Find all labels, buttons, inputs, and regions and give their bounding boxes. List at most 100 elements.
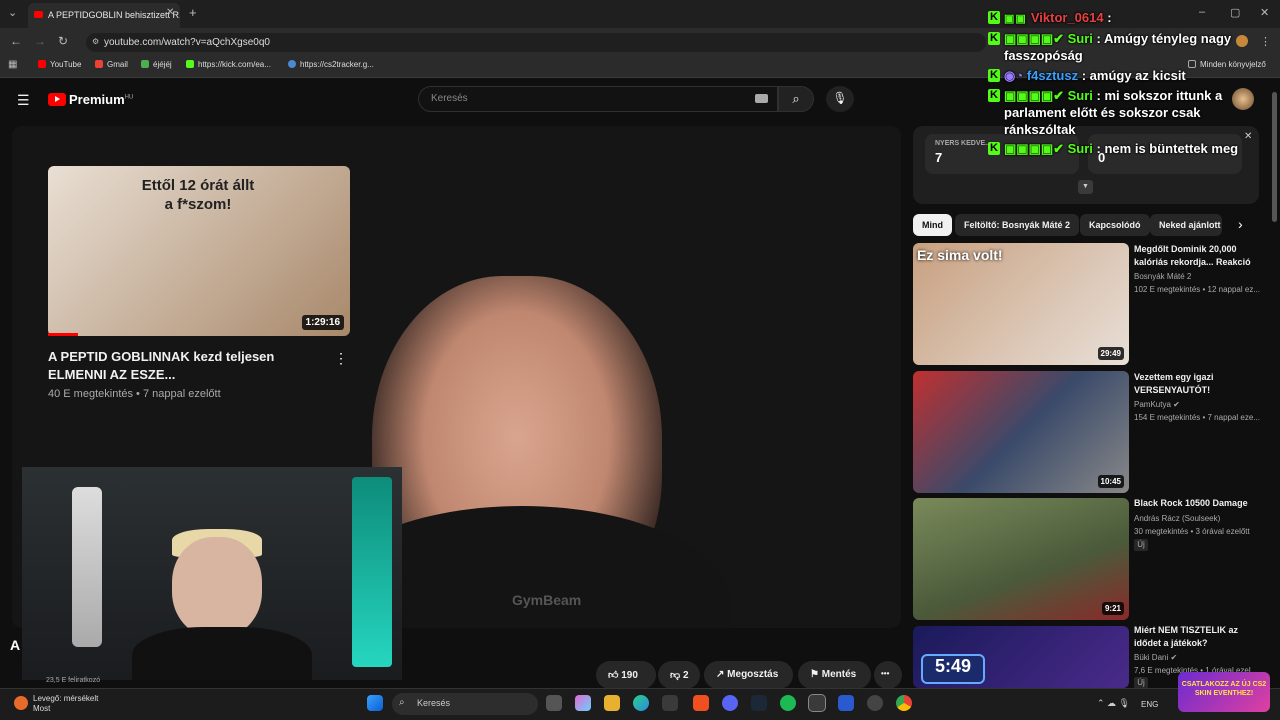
reload-icon[interactable]: ↻ — [58, 34, 68, 48]
promo-overlay: CSATLAKOZZ AZ ÚJ CS2 SKIN EVENTHEZ! — [1178, 672, 1270, 712]
chip-recommended[interactable]: Neked ajánlott — [1150, 214, 1222, 236]
bookmark-cs2tracker[interactable]: https://cs2tracker.g... — [288, 60, 374, 69]
chat-badges: ▣▣▣▣✔ — [1004, 141, 1068, 156]
more-actions-button[interactable]: ••• — [874, 661, 902, 689]
endcard-meta: 40 E megtekintés • 7 nappal ezelőtt — [48, 388, 221, 400]
store-icon[interactable] — [662, 695, 678, 711]
kick-icon: K — [988, 32, 1000, 45]
streamer-shirt — [132, 627, 312, 680]
rec-thumbnail-4[interactable]: 5:49 — [913, 626, 1129, 688]
file-explorer-icon[interactable] — [604, 695, 620, 711]
bookmark-gmail[interactable]: Gmail — [95, 60, 128, 69]
bookmark-youtube[interactable]: YouTube — [38, 60, 81, 69]
bookmark-kick[interactable]: https://kick.com/ea... — [186, 60, 271, 69]
app-icon[interactable] — [808, 694, 826, 712]
voice-search-button[interactable]: 🎙 — [826, 86, 854, 112]
search-placeholder: Keresés — [431, 93, 468, 104]
tab-list-icon[interactable]: ⌄ — [8, 6, 17, 19]
taskbar-search[interactable]: Keresés — [392, 693, 538, 715]
endcard-more-icon[interactable]: ⋮ — [334, 350, 348, 367]
rec-meta: 154 E megtekintés • 7 nappal eze... — [1134, 413, 1260, 422]
bookmark-label: https://kick.com/ea... — [198, 60, 271, 69]
thumb-text: 5:49 — [921, 654, 985, 684]
rec-title[interactable]: Vezettem egy igazi VERSENYAUTÓT! — [1134, 371, 1264, 397]
corner-letter: A — [10, 637, 21, 653]
rec-channel[interactable]: PamKutya ✔ — [1134, 399, 1274, 411]
forward-icon[interactable]: → — [34, 34, 46, 48]
like-button[interactable]: 👍︎ 190 — [596, 661, 656, 689]
taskbar-search-label: Keresés — [417, 698, 451, 708]
obs-icon[interactable] — [867, 695, 883, 711]
browser-menu-icon[interactable]: ⋮ — [1260, 35, 1271, 48]
endcard-thumbnail[interactable]: Ettől 12 órát állt a f*szom! 1:29:16 — [48, 166, 350, 336]
promo-text: CSATLAKOZZ AZ ÚJ CS2 SKIN EVENTHEZ! — [1181, 681, 1267, 697]
webcam-overlay — [22, 467, 402, 680]
search-input[interactable]: Keresés — [418, 86, 778, 112]
weather-icon — [14, 696, 28, 710]
dislike-count: 2 — [682, 670, 689, 681]
chat-line-1: ▣▣ Viktor_0614 : — [1004, 9, 1112, 28]
dislike-button[interactable]: 👎︎ 2 — [658, 661, 700, 689]
youtube-premium-logo[interactable]: PremiumHU — [48, 92, 133, 107]
kick-icon: K — [988, 11, 1000, 24]
youtube-icon — [38, 60, 46, 68]
rec-title[interactable]: Miért NEM TISZTELIK az idődet a játékok? — [1134, 624, 1264, 650]
maximize-icon[interactable]: ▢ — [1230, 6, 1240, 19]
chat-line-5: ▣▣▣▣✔ Suri : nem is büntettek meg — [1004, 140, 1238, 157]
chip-all[interactable]: Mind — [913, 214, 952, 236]
kick-icon — [186, 60, 194, 68]
url-bar[interactable]: youtube.com/watch?v=aQchXgse0q0 — [86, 33, 986, 52]
hamburger-menu-icon[interactable]: ☰ — [17, 92, 30, 109]
copilot-icon[interactable] — [575, 695, 591, 711]
logo-text: Premium — [69, 92, 125, 107]
apps-icon[interactable]: ▦ — [8, 59, 17, 70]
minimize-icon[interactable]: – — [1199, 6, 1205, 18]
rec-title[interactable]: Black Rock 10500 Damage — [1134, 497, 1264, 510]
tray-icons[interactable]: ⌃ ☁ 🎙 — [1097, 698, 1130, 709]
rec-channel[interactable]: Bosnyák Máté 2 — [1134, 271, 1274, 283]
discord-icon[interactable] — [722, 695, 738, 711]
chip-uploader[interactable]: Feltöltő: Bosnyák Máté 2 — [955, 214, 1080, 236]
scrollbar[interactable] — [1272, 92, 1277, 222]
spotify-icon[interactable] — [780, 695, 796, 711]
chat-line-4: ▣▣▣▣✔ Suri : mi sokszor ittunk a parlame… — [1004, 87, 1244, 138]
search-button[interactable]: ⌕ — [778, 86, 814, 112]
rec-thumbnail-2[interactable]: 10:45 — [913, 371, 1129, 493]
app-icon-2[interactable] — [838, 695, 854, 711]
endcard-thumb-text: Ettől 12 órát állt a f*szom! — [141, 177, 255, 213]
rec-title[interactable]: Megdőlt Dominik 20,000 kalóriás rekordja… — [1134, 243, 1264, 269]
bookmark-ejejej[interactable]: éjéjéj — [141, 60, 172, 69]
chip-related[interactable]: Kapcsolódó — [1080, 214, 1150, 236]
site-info-icon[interactable]: ⚙ — [92, 37, 99, 46]
brave-icon[interactable] — [693, 695, 709, 711]
rec-meta: 30 megtekintés • 3 órával ezelőtt — [1134, 527, 1250, 536]
chrome-icon[interactable] — [896, 695, 912, 711]
new-tab-icon[interactable]: + — [189, 5, 197, 20]
rec-thumbnail-1[interactable]: Ez sima volt! 29:49 — [913, 243, 1129, 365]
verified-icon: ✔ — [1170, 653, 1178, 662]
close-window-icon[interactable]: ✕ — [1260, 6, 1269, 19]
chat-text: : nem is büntettek meg — [1092, 141, 1239, 156]
endcard-title[interactable]: A PEPTID GOBLINNAK kezd teljesen ELMENNI… — [48, 348, 288, 384]
rec-thumbnail-3[interactable]: 9:21 — [913, 498, 1129, 620]
weather-widget[interactable]: Levegő: mérsékelt Most — [14, 694, 98, 714]
close-icon[interactable]: ✕ — [1244, 131, 1252, 142]
keyboard-icon[interactable] — [755, 94, 768, 103]
windows-start-icon[interactable] — [367, 695, 383, 711]
language-indicator[interactable]: ENG — [1141, 700, 1158, 709]
back-icon[interactable]: ← — [10, 34, 22, 48]
rec-channel[interactable]: Büki Dani ✔ — [1134, 652, 1274, 664]
edge-icon[interactable] — [633, 695, 649, 711]
share-button[interactable]: ↗ Megosztás — [704, 661, 793, 689]
save-button[interactable]: ⚑ Mentés — [798, 661, 871, 689]
browser-tab[interactable]: A PEPTIDGOBLIN behisztizett R... — [28, 3, 180, 28]
rec-channel[interactable]: András Rácz (Soulseek) — [1134, 513, 1274, 525]
thumb-text: Ez sima volt! — [917, 247, 1003, 263]
close-tab-icon[interactable]: ✕ — [166, 7, 174, 18]
chevron-down-icon[interactable]: ▼ — [1078, 180, 1093, 194]
chat-text: : amúgy az kicsit — [1078, 68, 1186, 83]
task-view-icon[interactable] — [546, 695, 562, 711]
mic-icon: 🎙 — [832, 91, 848, 105]
chevron-right-icon[interactable]: › — [1238, 216, 1243, 232]
steam-icon[interactable] — [751, 695, 767, 711]
